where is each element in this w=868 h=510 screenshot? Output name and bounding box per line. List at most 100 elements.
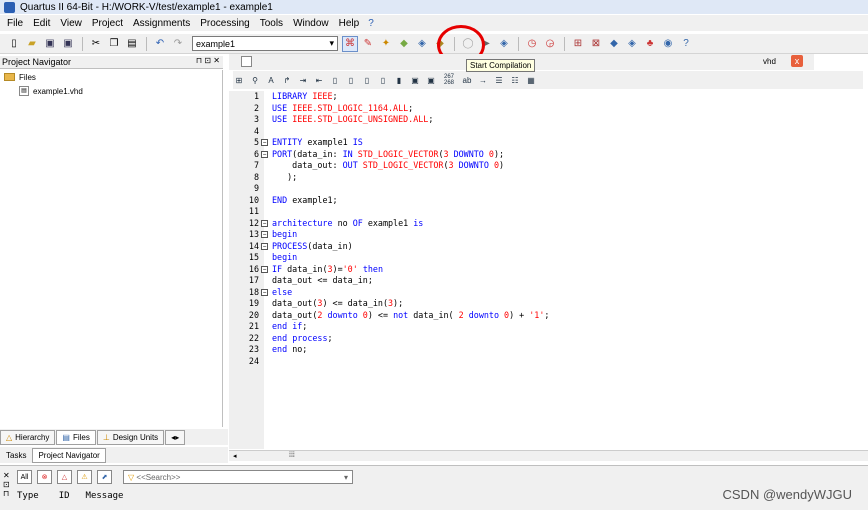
critical-warning-filter-icon[interactable]: △ [57,470,72,484]
code-line[interactable]: begin [272,252,549,264]
code-line[interactable]: data_out(2 downto 0) <= not data_in( 2 d… [272,310,549,322]
compilation-hierarchy-icon[interactable]: ⌘ [342,35,358,52]
pin-planner-wand-icon[interactable]: ✦ [378,36,394,52]
find-icon[interactable]: ⚲ [249,74,261,86]
code-line[interactable]: USE IEEE.STD_LOGIC_UNSIGNED.ALL; [272,114,549,126]
fold-toggle-icon[interactable]: − [261,219,268,227]
tab-tasks[interactable]: Tasks [0,451,32,460]
assignment-editor-icon[interactable]: ⊞ [570,36,586,52]
new-file-icon[interactable]: ▯ [6,36,22,52]
fold-toggle-icon[interactable]: − [261,265,268,273]
paste-icon[interactable]: ▤ [124,36,140,52]
code-line[interactable]: − PROCESS(data_in) [261,241,549,253]
message-search-input[interactable]: ▽ <<Search>> ▾ [123,470,353,484]
warning-filter-icon[interactable]: ⚠ [77,470,92,484]
fold-toggle-icon[interactable]: − [261,150,268,158]
filter-all-button[interactable]: All [17,470,32,484]
close-editor-icon[interactable]: x [791,55,803,67]
messages-side-controls[interactable]: ✕ ⊡ ⊓ [3,471,10,498]
code-line[interactable]: LIBRARY IEEE; [272,91,549,103]
redo-icon[interactable]: ↷ [170,36,186,52]
editor-tab-name[interactable]: vhd [763,57,776,66]
uppercase-icon[interactable]: ☰ [493,74,505,86]
indent-icon[interactable]: ⇥ [297,74,309,86]
tab-hierarchy[interactable]: △ Hierarchy [0,429,56,445]
code-line[interactable]: − IF data_in(3)='0' then [261,264,549,276]
chip-planner-tb-icon[interactable]: ◆ [606,36,622,52]
code-line[interactable]: USE IEEE.STD_LOGIC_1164.ALL; [272,103,549,115]
code-line[interactable]: end no; [272,344,549,356]
tree-item-vhd-file[interactable]: ▤ example1.vhd [0,84,222,98]
scroll-left-icon[interactable]: ◂ [233,452,237,460]
menu-window[interactable]: Window [288,18,334,29]
timequest-icon[interactable]: ◶ [542,36,558,52]
chip-planner-icon[interactable]: ◆ [396,36,412,52]
menu-edit[interactable]: Edit [28,18,55,29]
tab-more[interactable]: ◂▸ [165,429,186,445]
design-partition-icon[interactable]: ◈ [414,36,430,52]
insert-arrow-icon[interactable]: → [477,74,489,86]
whats-this-help-icon[interactable]: ? [368,18,374,29]
code-line[interactable] [272,206,549,218]
line-numbers-icon[interactable]: 267 268 [441,74,457,86]
code-line[interactable]: data_out <= data_in; [272,275,549,287]
menu-processing[interactable]: Processing [195,18,254,29]
next-bookmark-icon[interactable]: ▯ [345,74,357,86]
menu-view[interactable]: View [55,18,87,29]
tab-files[interactable]: ▤ Files [56,429,96,445]
tree-item-files[interactable]: Files [0,70,222,84]
code-editor[interactable]: 1 2 3 4 5 6 7 8 9 10 11 12 13 14 15 16 17 18 19 20 21 22 23 24 … [229,91,868,449]
bookmark-icon[interactable]: ▯ [329,74,341,86]
menu-project[interactable]: Project [87,18,128,29]
panel-controls[interactable]: ⊓ ⊡ ✕ [196,56,220,65]
horizontal-scrollbar[interactable]: ◂ ⁞⁞⁞ [229,450,868,461]
settings-wand-icon[interactable]: ✎ [360,36,376,52]
code-line[interactable]: − PORT(data_in: IN STD_LOGIC_VECTOR(3 DOW… [261,149,549,161]
code-line[interactable]: END example1; [272,195,549,207]
analysis-synthesis-icon[interactable]: ◈ [496,36,512,52]
code-line[interactable]: − architecture no OF example1 is [261,218,549,230]
menu-help[interactable]: Help [334,18,365,29]
code-line[interactable] [272,356,549,368]
copy-icon[interactable]: ❐ [106,36,122,52]
menu-file[interactable]: File [2,18,28,29]
rtl-viewer-icon[interactable]: ◈ [624,36,640,52]
tab-project-navigator[interactable]: Project Navigator [32,447,106,463]
signaltap-icon[interactable]: ◉ [660,36,676,52]
fold-toggle-icon[interactable]: − [261,231,268,238]
code-line[interactable] [272,126,549,138]
code-line[interactable]: data_out(3) <= data_in(3); [272,298,549,310]
clear-bookmarks-icon[interactable]: ▯ [377,74,389,86]
code-lines[interactable]: LIBRARY IEEE; USE IEEE.STD_LOGIC_1164.ALL… [261,91,549,368]
spell-check-icon[interactable]: ab [461,74,473,86]
uncomment-icon[interactable]: ▣ [425,74,437,86]
fold-toggle-icon[interactable]: − [261,242,268,250]
fold-toggle-icon[interactable]: − [261,139,268,146]
code-line[interactable] [272,183,549,195]
view-icon[interactable]: ▦ [525,74,537,86]
save-icon[interactable]: ▣ [42,36,58,52]
find-replace-icon[interactable]: A [265,74,277,86]
tab-design-units[interactable]: ⊥ Design Units [96,429,165,445]
document-tab-icon[interactable] [241,56,252,67]
code-line[interactable]: − ENTITY example1 IS [261,137,549,149]
cut-icon[interactable]: ✂ [88,36,104,52]
goto-icon[interactable]: ↱ [281,74,293,86]
code-line[interactable]: data_out: OUT STD_LOGIC_VECTOR(3 DOWNTO … [272,160,549,172]
menu-assignments[interactable]: Assignments [128,18,195,29]
code-line[interactable]: end if; [272,321,549,333]
code-line[interactable]: − begin [261,229,549,241]
fold-toggle-icon[interactable]: − [261,288,268,296]
scroll-grip-icon[interactable]: ⁞⁞⁞ [289,452,295,459]
help-icon[interactable]: ? [678,36,694,52]
menu-tools[interactable]: Tools [255,18,288,29]
insert-template-icon[interactable]: ⊞ [233,74,245,86]
unindent-icon[interactable]: ⇤ [313,74,325,86]
programmer-icon[interactable]: ♣ [642,36,658,52]
revision-select[interactable]: example1 ▾ [192,36,338,51]
code-line[interactable]: end process; [272,333,549,345]
prev-bookmark-icon[interactable]: ▯ [361,74,373,86]
undo-icon[interactable]: ↶ [152,36,168,52]
suppress-filter-icon[interactable]: ⬈ [97,470,112,484]
code-line[interactable]: ); [272,172,549,184]
